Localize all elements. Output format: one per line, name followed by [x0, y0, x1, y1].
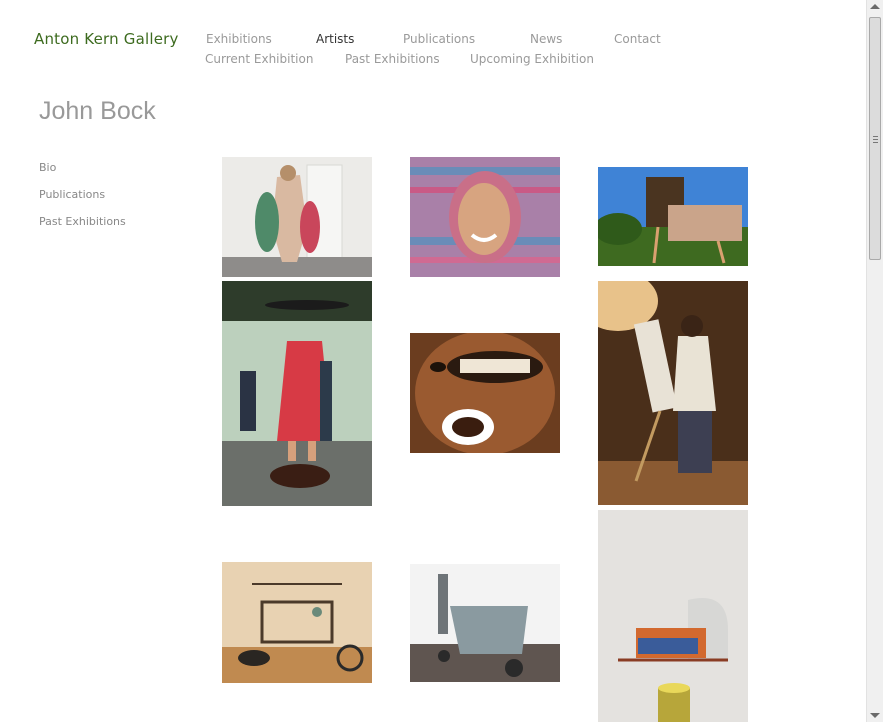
artwork-image [222, 281, 372, 506]
nav-news[interactable]: News [530, 32, 562, 46]
grip-icon [873, 136, 878, 143]
artwork-thumbnail-8[interactable] [410, 564, 560, 682]
artwork-thumbnail-1[interactable] [222, 157, 372, 277]
gallery-logo[interactable]: Anton Kern Gallery [34, 30, 179, 48]
vertical-scrollbar[interactable] [866, 0, 883, 722]
nav-upcoming-exhibition[interactable]: Upcoming Exhibition [470, 52, 594, 66]
artwork-image [598, 167, 748, 266]
artwork-thumbnail-9[interactable] [598, 510, 748, 722]
scroll-up-arrow-icon[interactable] [870, 4, 880, 9]
artwork-thumbnail-4[interactable] [222, 281, 372, 506]
nav-contact[interactable]: Contact [614, 32, 661, 46]
artwork-image [222, 157, 372, 277]
artwork-image [410, 333, 560, 453]
artwork-thumbnail-5[interactable] [410, 333, 560, 453]
nav-exhibitions[interactable]: Exhibitions [206, 32, 272, 46]
scroll-down-arrow-icon[interactable] [870, 713, 880, 718]
artwork-thumbnail-7[interactable] [222, 562, 372, 683]
nav-past-exhibitions[interactable]: Past Exhibitions [345, 52, 440, 66]
scrollbar-thumb[interactable] [869, 17, 881, 260]
sidebar-item-bio[interactable]: Bio [39, 161, 56, 174]
artwork-thumbnail-2[interactable] [410, 157, 560, 277]
artwork-image [410, 157, 560, 277]
artwork-image [222, 562, 372, 683]
nav-artists[interactable]: Artists [316, 32, 354, 46]
nav-publications[interactable]: Publications [403, 32, 475, 46]
artwork-image [410, 564, 560, 682]
artwork-image [598, 281, 748, 505]
sidebar-item-publications[interactable]: Publications [39, 188, 105, 201]
artwork-thumbnail-6[interactable] [598, 281, 748, 505]
nav-current-exhibition[interactable]: Current Exhibition [205, 52, 313, 66]
artwork-thumbnail-3[interactable] [598, 167, 748, 266]
artwork-image [598, 510, 748, 722]
sidebar-item-past-exhibitions[interactable]: Past Exhibitions [39, 215, 126, 228]
artist-name: John Bock [39, 97, 156, 125]
